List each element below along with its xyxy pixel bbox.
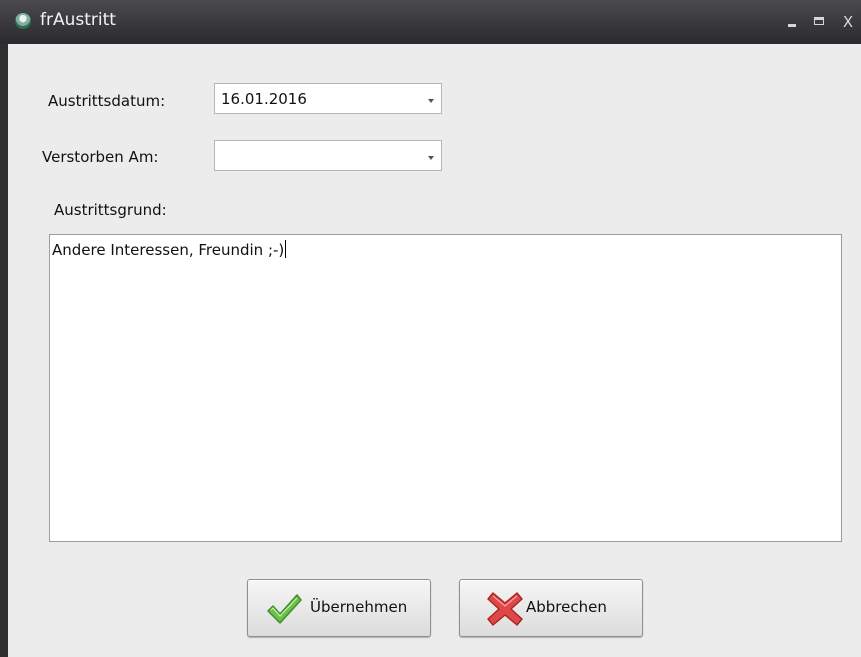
- dialog-window: frAustritt X Austrittsdatum: 16.01.2016 …: [0, 0, 861, 657]
- ubernehmen-label: Übernehmen: [310, 598, 408, 616]
- austrittsdatum-label: Austrittsdatum:: [48, 92, 166, 110]
- austrittsdatum-combobox[interactable]: 16.01.2016: [214, 83, 442, 114]
- abbrechen-button[interactable]: Abbrechen: [459, 579, 643, 637]
- abbrechen-label: Abbrechen: [526, 598, 607, 616]
- austrittsgrund-text: Andere Interessen, Freundin ;-): [52, 240, 287, 259]
- x-icon: [487, 592, 523, 626]
- close-icon[interactable]: X: [841, 15, 855, 30]
- austrittsdatum-value: 16.01.2016: [221, 90, 307, 108]
- title-bar[interactable]: frAustritt X: [0, 0, 861, 44]
- chevron-down-icon[interactable]: [428, 156, 434, 160]
- maximize-icon[interactable]: [814, 15, 828, 29]
- app-icon: [15, 13, 31, 29]
- text-caret: [285, 240, 287, 258]
- verstorben-am-label: Verstorben Am:: [42, 148, 159, 166]
- chevron-down-icon[interactable]: [428, 99, 434, 103]
- check-icon: [267, 594, 302, 624]
- ubernehmen-button[interactable]: Übernehmen: [247, 579, 431, 637]
- verstorben-am-combobox[interactable]: [214, 140, 442, 171]
- window-title: frAustritt: [40, 10, 116, 30]
- minimize-icon[interactable]: [786, 15, 800, 29]
- austrittsgrund-label: Austrittsgrund:: [54, 201, 167, 219]
- austrittsgrund-textarea[interactable]: Andere Interessen, Freundin ;-): [49, 234, 842, 542]
